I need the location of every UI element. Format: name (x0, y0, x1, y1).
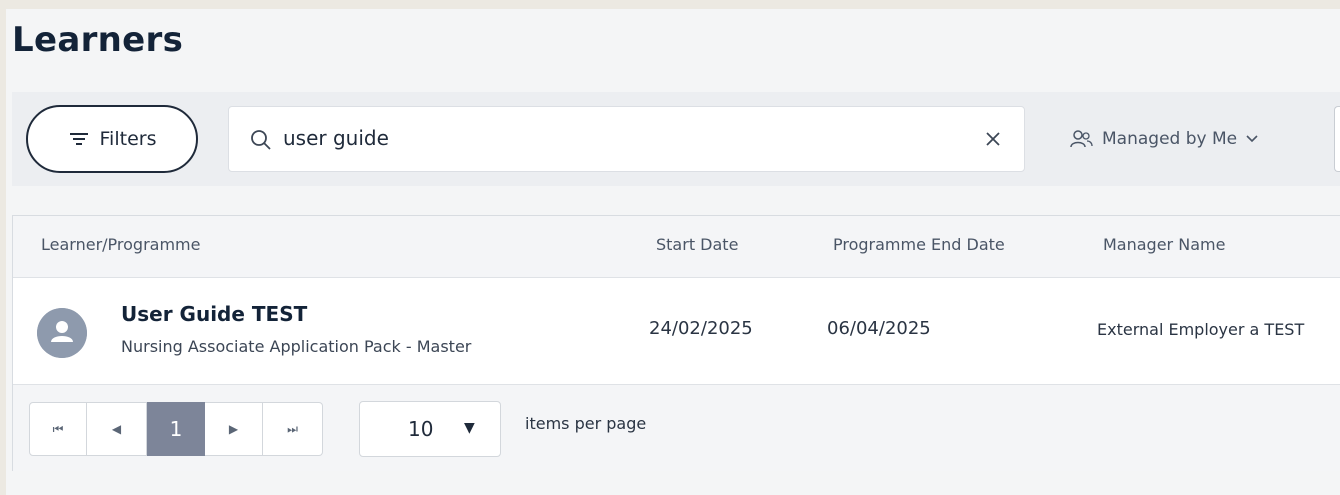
search-input[interactable]: user guide (228, 106, 1025, 172)
first-page-icon: ⏮ (52, 421, 64, 436)
column-header-start-date[interactable]: Start Date (656, 235, 738, 254)
page-title: Learners (12, 20, 184, 60)
end-date-cell: 06/04/2025 (827, 318, 931, 339)
filters-button[interactable]: Filters (26, 105, 198, 173)
first-page-button[interactable]: ⏮ (29, 402, 87, 456)
grid-header: Learner/Programme Start Date Programme E… (13, 216, 1340, 278)
column-header-learner[interactable]: Learner/Programme (41, 235, 200, 254)
last-page-icon: ⏭ (287, 421, 298, 436)
next-page-icon: ▶ (228, 422, 239, 436)
learners-grid: Learner/Programme Start Date Programme E… (12, 215, 1340, 471)
column-header-manager[interactable]: Manager Name (1103, 235, 1225, 254)
manager-cell: External Employer a TEST (1097, 320, 1305, 339)
previous-page-button[interactable]: ◀ (87, 402, 147, 456)
filters-label: Filters (99, 128, 157, 150)
column-header-end-date[interactable]: Programme End Date (833, 235, 1005, 254)
page-size-value: 10 (408, 417, 434, 441)
toolbar: Filters user guide Managed by Me (12, 92, 1340, 186)
caret-down-icon: ▼ (464, 420, 475, 436)
learner-name[interactable]: User Guide TEST (121, 302, 307, 326)
pager: ⏮ ◀ 1 ▶ ⏭ 10 ▼ items per page (13, 385, 1340, 471)
managed-by-dropdown[interactable]: Managed by Me (1068, 122, 1259, 156)
toolbar-overflow-control[interactable] (1334, 106, 1340, 172)
avatar (37, 308, 87, 358)
previous-page-icon: ◀ (111, 422, 122, 436)
search-value: user guide (283, 126, 389, 150)
filter-icon (69, 133, 88, 145)
users-icon (1070, 130, 1093, 148)
page-size-select[interactable]: 10 ▼ (359, 401, 501, 457)
close-icon[interactable] (982, 128, 1004, 150)
chevron-down-icon (1246, 135, 1258, 143)
current-page-button[interactable]: 1 (147, 402, 205, 456)
current-page-number: 1 (169, 417, 183, 441)
managed-label: Managed by Me (1102, 129, 1238, 149)
start-date-cell: 24/02/2025 (649, 318, 753, 339)
programme-name: Nursing Associate Application Pack - Mas… (121, 337, 472, 356)
last-page-button[interactable]: ⏭ (263, 402, 323, 456)
items-per-page-label: items per page (525, 414, 647, 433)
table-row[interactable]: User Guide TEST Nursing Associate Applic… (13, 278, 1340, 385)
search-icon (251, 130, 271, 150)
next-page-button[interactable]: ▶ (205, 402, 263, 456)
